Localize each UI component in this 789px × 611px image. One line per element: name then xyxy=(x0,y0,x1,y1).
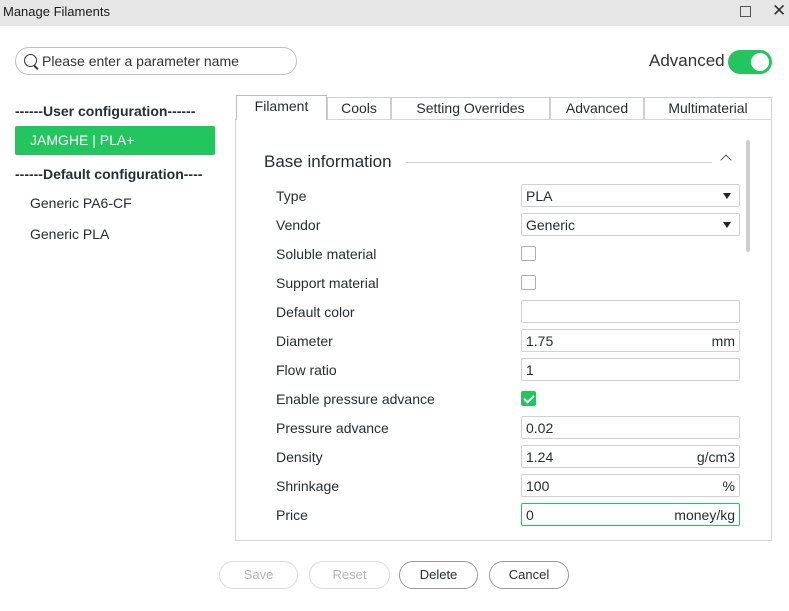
delete-button[interactable]: Delete xyxy=(399,561,478,589)
param-label-diameter: Diameter xyxy=(276,333,333,349)
group-divider xyxy=(406,162,712,163)
preset-generic-pla[interactable]: Generic PLA xyxy=(15,220,215,249)
soluble-checkbox[interactable] xyxy=(521,246,536,261)
dropdown-arrow-icon xyxy=(723,222,731,228)
price-value: 0 xyxy=(526,507,534,523)
group-title: Base information xyxy=(264,152,392,171)
close-icon[interactable]: ✕ xyxy=(772,2,786,19)
maximize-icon[interactable] xyxy=(740,6,751,17)
preset-jamghe-pla[interactable]: JAMGHE | PLA+ xyxy=(15,126,215,155)
search-icon xyxy=(24,54,37,67)
flow-ratio-field[interactable]: 1 xyxy=(521,358,740,381)
param-label-type: Type xyxy=(276,188,307,204)
param-label-density: Density xyxy=(276,449,323,465)
price-unit: money/kg xyxy=(674,507,735,523)
cancel-button[interactable]: Cancel xyxy=(489,561,569,589)
pressure-advance-value: 0.02 xyxy=(526,420,554,436)
settings-panel: Base information Type PLA Vendor Generic… xyxy=(235,119,772,541)
tab-filament[interactable]: Filament xyxy=(236,95,327,120)
density-unit: g/cm3 xyxy=(696,449,735,465)
search-input[interactable] xyxy=(42,51,292,71)
diameter-field[interactable]: 1.75 mm xyxy=(521,329,740,352)
flow-ratio-value: 1 xyxy=(526,362,534,378)
save-button[interactable]: Save xyxy=(219,561,298,589)
param-label-pressure-advance: Pressure advance xyxy=(276,420,389,436)
default-color-field[interactable] xyxy=(521,300,740,323)
toggle-knob xyxy=(751,53,769,71)
type-value: PLA xyxy=(526,188,553,204)
shrinkage-unit: % xyxy=(722,478,735,494)
param-label-vendor: Vendor xyxy=(276,217,321,233)
support-checkbox[interactable] xyxy=(521,275,536,290)
reset-button[interactable]: Reset xyxy=(309,561,390,589)
shrinkage-field[interactable]: 100 % xyxy=(521,474,740,497)
shrinkage-value: 100 xyxy=(526,478,550,494)
param-label-support: Support material xyxy=(276,275,379,291)
type-select[interactable]: PLA xyxy=(521,184,740,207)
density-field[interactable]: 1.24 g/cm3 xyxy=(521,445,740,468)
chevron-up-icon[interactable] xyxy=(720,154,732,166)
diameter-value: 1.75 xyxy=(526,333,554,349)
price-field[interactable]: 0 money/kg xyxy=(521,503,740,526)
advanced-toggle[interactable] xyxy=(728,50,772,74)
enable-pressure-advance-checkbox[interactable] xyxy=(521,391,536,406)
scrollbar[interactable] xyxy=(746,140,750,252)
preset-generic-pa6-cf[interactable]: Generic PA6-CF xyxy=(15,189,215,218)
density-value: 1.24 xyxy=(526,449,554,465)
advanced-label: Advanced xyxy=(649,51,725,70)
diameter-unit: mm xyxy=(711,333,735,349)
search-box[interactable] xyxy=(15,47,297,75)
pressure-advance-field[interactable]: 0.02 xyxy=(521,416,740,439)
param-label-enable-pressure-advance: Enable pressure advance xyxy=(276,391,435,407)
title-bar: Manage Filaments ✕ xyxy=(0,0,789,26)
dropdown-arrow-icon xyxy=(723,193,731,199)
user-configuration-header: ------User configuration------ xyxy=(15,103,196,119)
tab-cools[interactable]: Cools xyxy=(327,97,391,119)
param-label-price: Price xyxy=(276,507,308,523)
param-label-flow-ratio: Flow ratio xyxy=(276,362,337,378)
param-label-soluble: Soluble material xyxy=(276,246,377,262)
tab-advanced[interactable]: Advanced xyxy=(550,97,644,119)
tab-multimaterial[interactable]: Multimaterial xyxy=(644,97,772,119)
vendor-value: Generic xyxy=(526,217,576,233)
param-label-shrinkage: Shrinkage xyxy=(276,478,340,494)
window-title: Manage Filaments xyxy=(3,4,110,19)
tab-setting-overrides[interactable]: Setting Overrides xyxy=(391,97,550,119)
param-label-default-color: Default color xyxy=(276,304,355,320)
vendor-select[interactable]: Generic xyxy=(521,213,740,236)
default-configuration-header: ------Default configuration---- xyxy=(15,166,203,182)
